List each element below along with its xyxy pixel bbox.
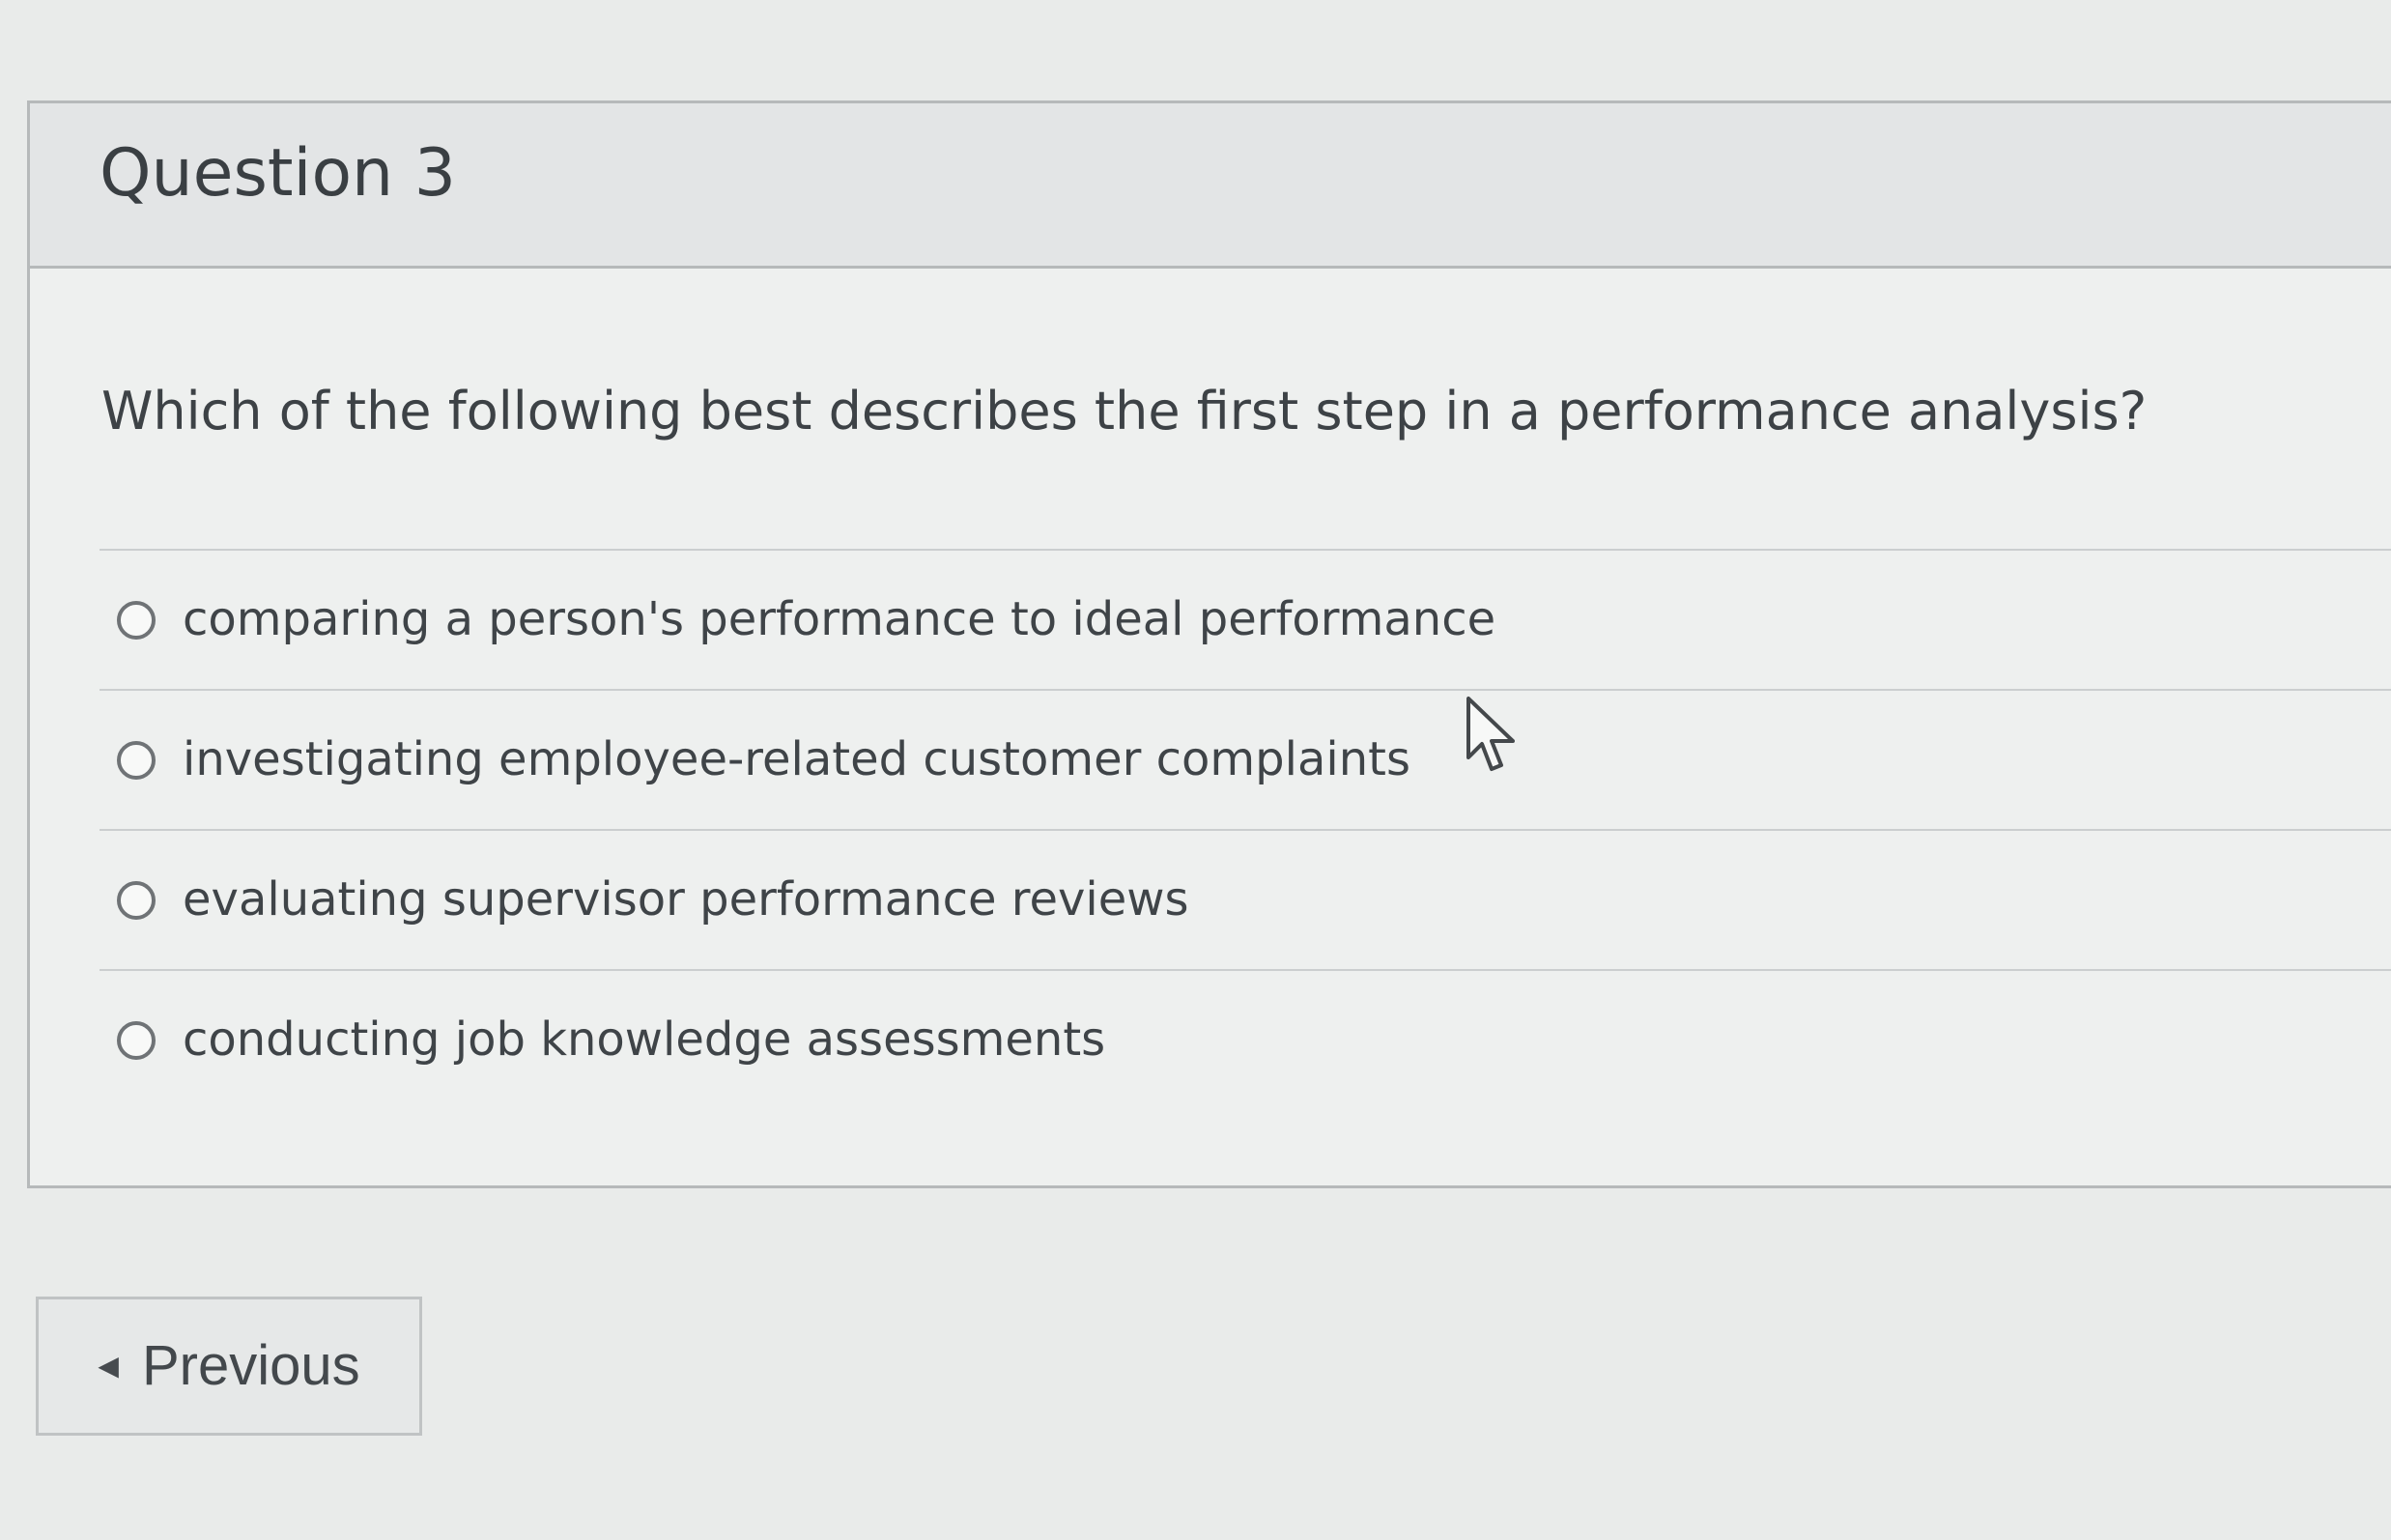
answer-option-comparing-performance[interactable]: comparing a person's performance to idea… xyxy=(100,549,2391,689)
answer-option-label: evaluating supervisor performance review… xyxy=(183,871,1189,927)
radio-button[interactable] xyxy=(117,600,156,640)
question-title: Question 3 xyxy=(100,135,457,212)
answer-option-job-knowledge[interactable]: conducting job knowledge assessments xyxy=(100,969,2391,1109)
radio-button[interactable] xyxy=(117,740,156,780)
answer-option-supervisor-reviews[interactable]: evaluating supervisor performance review… xyxy=(100,829,2391,969)
previous-button[interactable]: ◀ Previous xyxy=(36,1297,422,1436)
previous-button-label: Previous xyxy=(141,1334,360,1397)
answer-option-customer-complaints[interactable]: investigating employee-related customer … xyxy=(100,689,2391,829)
question-card: Question 3 Which of the following best d… xyxy=(27,100,2391,1188)
mouse-pointer-icon xyxy=(1466,697,1515,771)
answer-option-label: investigating employee-related customer … xyxy=(183,731,1410,786)
answer-option-label: conducting job knowledge assessments xyxy=(183,1012,1106,1067)
question-prompt: Which of the following best describes th… xyxy=(101,381,2148,442)
radio-button[interactable] xyxy=(117,1020,156,1060)
caret-left-icon: ◀ xyxy=(98,1351,119,1381)
answer-option-label: comparing a person's performance to idea… xyxy=(183,591,1496,646)
question-header: Question 3 xyxy=(30,103,2391,269)
answer-options-list: comparing a person's performance to idea… xyxy=(100,549,2391,1109)
question-body: Which of the following best describes th… xyxy=(30,269,2391,1191)
radio-button[interactable] xyxy=(117,880,156,920)
